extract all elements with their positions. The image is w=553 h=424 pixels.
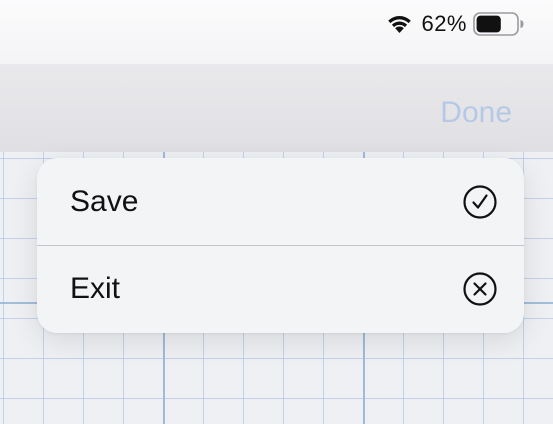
wifi-icon <box>388 16 412 33</box>
menu-item-label: Exit <box>70 272 121 305</box>
status-indicators: 62% <box>386 9 525 39</box>
xmark-circle-icon <box>463 272 497 306</box>
battery-icon <box>473 12 524 36</box>
screen: 62% Done Save Exit <box>0 0 553 424</box>
checkmark-circle-icon <box>463 184 497 219</box>
context-menu: Save Exit <box>37 158 524 333</box>
menu-item-exit[interactable]: Exit <box>37 245 524 332</box>
menu-item-label: Save <box>70 184 139 218</box>
menu-item-save[interactable]: Save <box>37 158 524 245</box>
done-button[interactable]: Done <box>440 96 512 130</box>
battery-fill <box>476 15 501 33</box>
battery-percentage: 62% <box>421 11 467 36</box>
status-bar: 62% <box>0 0 553 64</box>
navigation-bar: Done <box>0 64 553 152</box>
